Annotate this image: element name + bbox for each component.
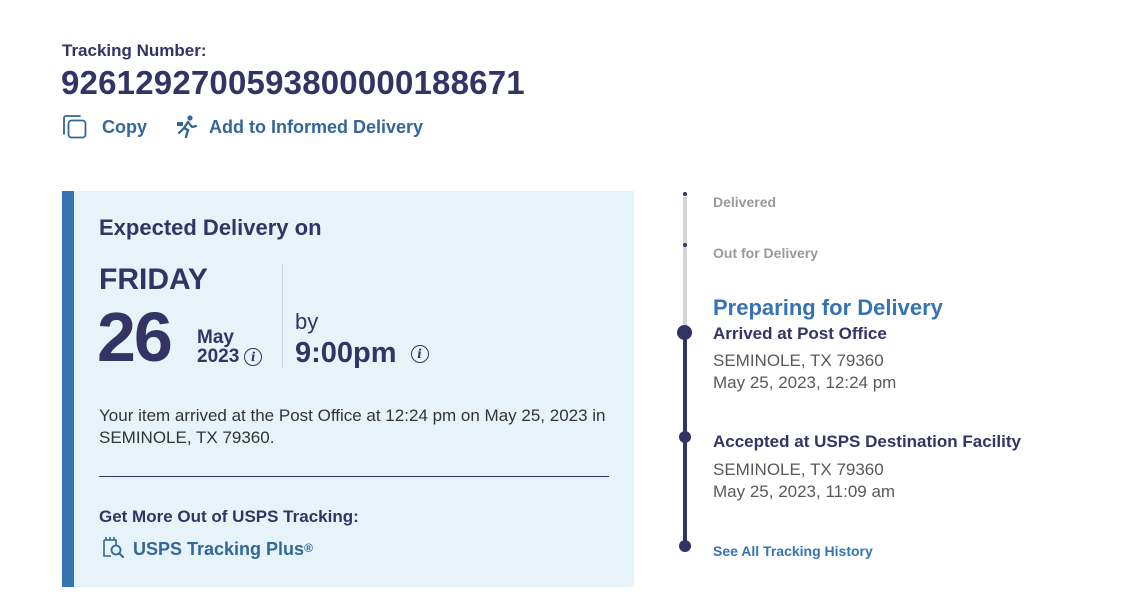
tracking-actions: Copy Add to Informed Delivery (62, 114, 423, 140)
see-all-history-link[interactable]: See All Tracking History (713, 543, 873, 559)
timeline-dot-current (677, 325, 692, 340)
expected-delivery-card: Expected Delivery on FRIDAY 26 May 2023 … (62, 191, 634, 587)
tracking-number: 9261292700593800000188671 (61, 64, 525, 101)
expected-delivery-title: Expected Delivery on (99, 215, 322, 240)
card-divider (99, 476, 609, 477)
delivery-year-row: 2023 i (197, 346, 263, 368)
info-icon[interactable]: i (410, 344, 429, 363)
tracking-plus-icon (101, 535, 133, 564)
tracking-page: Tracking Number: 92612927005938000001886… (0, 0, 1125, 599)
timeline-step-delivered: Delivered (713, 194, 777, 210)
timeline-dot-delivered (683, 192, 687, 196)
event-datetime: May 25, 2023, 11:09 am (713, 482, 896, 501)
timeline-line-pending (683, 197, 687, 333)
by-label: by (295, 309, 319, 334)
event-location: SEMINOLE, TX 79360 (713, 460, 884, 479)
timeline-step-out-for-delivery: Out for Delivery (713, 245, 819, 261)
delivery-day: 26 (97, 298, 173, 376)
add-informed-delivery-button[interactable]: Add to Informed Delivery (175, 114, 423, 140)
date-time-divider (282, 264, 283, 368)
timeline-current-status: Preparing for Delivery (713, 295, 943, 320)
timeline-dot-out-for-delivery (683, 243, 687, 247)
info-icon[interactable]: i (244, 348, 263, 366)
delivery-time: 9:00pm (295, 337, 397, 369)
tracking-number-label: Tracking Number: (62, 41, 207, 60)
event-location: SEMINOLE, TX 79360 (713, 351, 884, 370)
tracking-plus-label: USPS Tracking Plus (133, 539, 305, 559)
informed-delivery-icon (175, 114, 209, 140)
copy-label: Copy (102, 116, 147, 137)
registered-mark: ® (304, 540, 313, 555)
more-tracking-title: Get More Out of USPS Tracking: (99, 507, 359, 526)
copy-button[interactable]: Copy (62, 114, 147, 140)
copy-icon (62, 114, 102, 140)
event-datetime: May 25, 2023, 12:24 pm (713, 373, 897, 392)
timeline-dot-accepted (679, 431, 691, 443)
timeline-dot-history (679, 540, 691, 552)
event-title: Accepted at USPS Destination Facility (713, 432, 1021, 451)
status-message: Your item arrived at the Post Office at … (99, 406, 606, 447)
delivery-weekday: FRIDAY (99, 263, 208, 296)
informed-delivery-label: Add to Informed Delivery (209, 116, 424, 137)
event-title: Arrived at Post Office (713, 324, 887, 343)
delivery-year: 2023 (197, 346, 240, 367)
delivery-time-row: 9:00pm i (295, 337, 429, 370)
usps-tracking-plus-link[interactable]: USPS Tracking Plus ® (101, 535, 313, 564)
